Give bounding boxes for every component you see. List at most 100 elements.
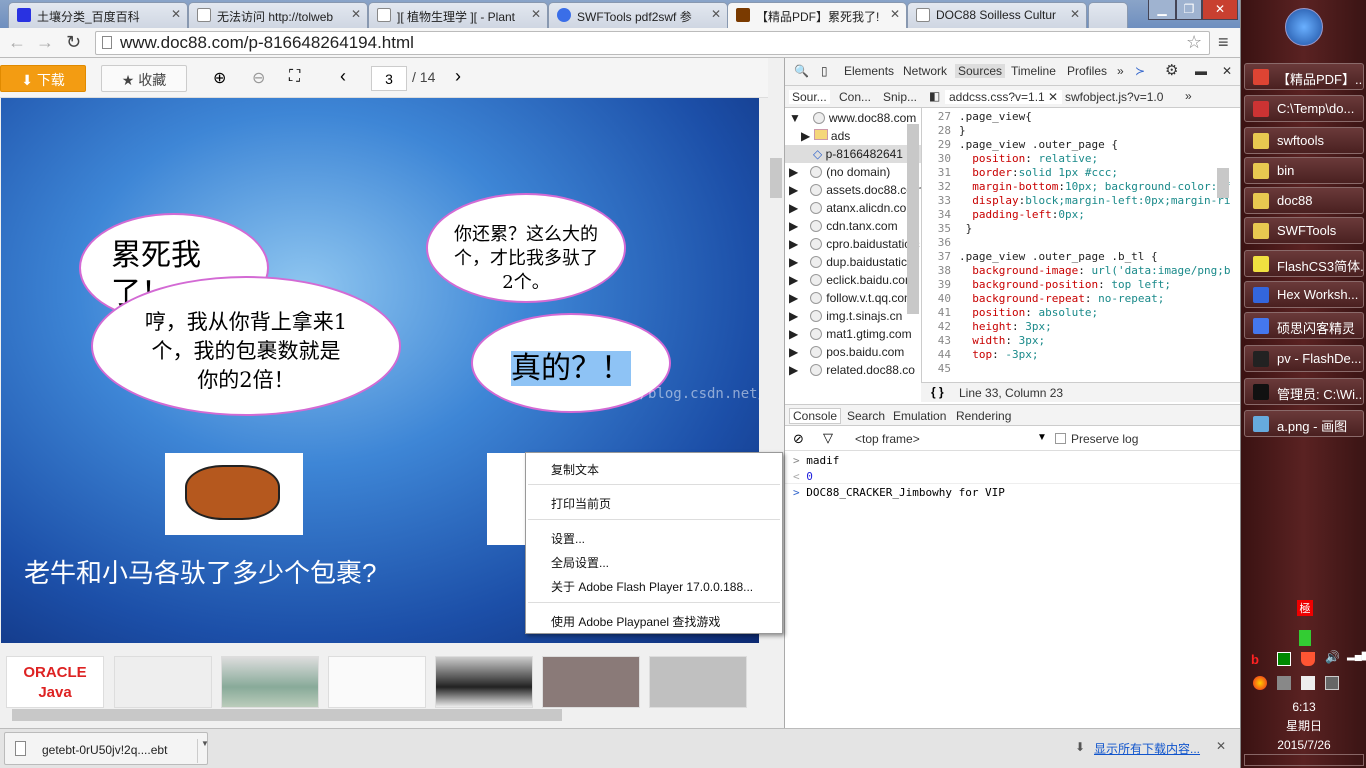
tab-soilless[interactable]: DOC88 Soilless Cultur ✕: [907, 2, 1087, 28]
more-tabs-icon[interactable]: »: [1117, 64, 1124, 78]
restore-button[interactable]: ❐: [1176, 0, 1202, 20]
taskbar-item[interactable]: SWFTools: [1244, 217, 1364, 244]
download-item[interactable]: getebt-0rU50jv!2q....ebt ▼: [4, 732, 209, 765]
navigator-scrollbar[interactable]: [907, 124, 919, 314]
nav-item[interactable]: ▶ eclick.baidu.com: [789, 272, 915, 288]
safely-remove-icon[interactable]: [1277, 676, 1291, 690]
zoom-in-icon[interactable]: ⊕: [213, 68, 226, 88]
horizontal-scrollbar[interactable]: [0, 708, 768, 722]
next-page-icon[interactable]: ›: [455, 66, 461, 87]
close-icon[interactable]: ✕: [711, 7, 721, 21]
thumbnail-diagram[interactable]: [328, 656, 426, 708]
console-drawer-icon[interactable]: ≻: [1135, 64, 1145, 78]
device-icon[interactable]: ▯: [821, 64, 828, 78]
thumbnail-minesweeper[interactable]: [649, 656, 747, 708]
clear-console-icon[interactable]: ⊘: [793, 431, 804, 447]
close-devtools-icon[interactable]: ✕: [1222, 64, 1232, 78]
fullscreen-icon[interactable]: ⛶: [289, 68, 300, 86]
download-button[interactable]: ⬇ 下载: [0, 65, 86, 92]
taskbar-item[interactable]: swftools: [1244, 127, 1364, 154]
signal-icon[interactable]: ▂▄▆: [1347, 650, 1366, 664]
display-icon[interactable]: [1325, 676, 1339, 690]
nav-item-selected[interactable]: ◇ p-8166482641: [785, 145, 921, 163]
menu-icon[interactable]: ≡: [1218, 32, 1229, 53]
close-icon[interactable]: ✕: [890, 7, 900, 21]
close-window-button[interactable]: ✕: [1202, 0, 1238, 20]
taskbar-item[interactable]: 管理员: C:\Wi...: [1244, 378, 1364, 405]
prev-page-icon[interactable]: ‹: [340, 66, 346, 87]
code-scrollbar[interactable]: [1217, 168, 1229, 198]
inspect-icon[interactable]: 🔍: [794, 64, 809, 78]
filter-icon[interactable]: ▽: [823, 430, 833, 446]
taskbar-item[interactable]: 【精品PDF】...: [1244, 63, 1364, 90]
pretty-print-icon[interactable]: { }: [931, 385, 944, 399]
toggle-navigator-icon[interactable]: ◧: [929, 89, 940, 103]
favorite-button[interactable]: ★ 收藏: [101, 65, 187, 92]
network-monitor-icon[interactable]: [1277, 652, 1291, 666]
nav-item-folder[interactable]: ▶ ads: [801, 128, 850, 144]
forward-icon[interactable]: →: [36, 32, 54, 53]
tab-emulation[interactable]: Emulation: [893, 409, 946, 423]
code-editor[interactable]: 27 .page_view{28} 29 .page_view .outer_page…: [921, 108, 1231, 382]
close-icon[interactable]: ✕: [1070, 7, 1080, 21]
nav-item[interactable]: ▶ assets.doc88.com: [789, 182, 921, 198]
tab-timeline[interactable]: Timeline: [1011, 64, 1056, 78]
tab-network[interactable]: Network: [903, 64, 947, 78]
thumbnail-perlite[interactable]: [114, 656, 212, 708]
close-download-bar-icon[interactable]: ✕: [1216, 739, 1226, 753]
nav-item[interactable]: ▶ cpro.baidustatic.c: [789, 236, 920, 252]
nav-item[interactable]: ▶ img.t.sinajs.cn: [789, 308, 902, 324]
close-icon[interactable]: ✕: [531, 7, 541, 21]
security-shield-icon[interactable]: [1301, 652, 1315, 666]
nav-item[interactable]: ▶ mat1.gtimg.com: [789, 326, 912, 342]
console-prompt[interactable]: > DOC88_CRACKER_Jimbowhy for VIP: [785, 484, 1241, 502]
tab-sources-nav[interactable]: Sour...: [789, 90, 830, 104]
nav-item[interactable]: ▶ follow.v.t.qq.com: [789, 290, 914, 306]
more-files-icon[interactable]: »: [1185, 89, 1192, 103]
thumbnail-greenhouse[interactable]: [221, 656, 319, 708]
taskbar-item[interactable]: a.png - 画图: [1244, 410, 1364, 437]
minimize-button[interactable]: ▁: [1148, 0, 1176, 20]
bookmark-star-icon[interactable]: ☆: [1186, 32, 1202, 53]
show-all-downloads-link[interactable]: 显示所有下载内容...: [1094, 740, 1200, 757]
tray-app-icon[interactable]: 極: [1297, 600, 1313, 616]
usb-icon[interactable]: [1299, 630, 1311, 646]
taskbar-item[interactable]: 硕思闪客精灵: [1244, 312, 1364, 339]
tab-swftools[interactable]: SWFTools pdf2swf 参 ✕: [548, 2, 728, 28]
menu-item-settings[interactable]: 设置...: [551, 530, 585, 547]
menu-item-about-flash[interactable]: 关于 Adobe Flash Player 17.0.0.188...: [551, 578, 753, 595]
nav-item[interactable]: ▶ pos.baidu.com: [789, 344, 904, 360]
thumbnail-soil[interactable]: [542, 656, 640, 708]
taskbar-item[interactable]: C:\Temp\do...: [1244, 95, 1364, 122]
tab-profiles[interactable]: Profiles: [1067, 64, 1107, 78]
thumbnail-staff[interactable]: [435, 656, 533, 708]
nav-item[interactable]: ▶ cdn.tanx.com: [789, 218, 898, 234]
color-app-icon[interactable]: [1253, 676, 1267, 690]
tab-content-scripts[interactable]: Con...: [839, 90, 871, 104]
taskbar-item[interactable]: pv - FlashDe...: [1244, 345, 1364, 372]
start-button[interactable]: [1285, 8, 1323, 46]
show-desktop-button[interactable]: [1244, 754, 1364, 766]
taskbar-item[interactable]: FlashCS3简体...: [1244, 250, 1364, 277]
tab-snippets[interactable]: Snip...: [883, 90, 917, 104]
close-icon[interactable]: ✕: [351, 7, 361, 21]
thumbnail-oracle[interactable]: ORACLE Java: [6, 656, 104, 708]
taskbar-item[interactable]: Hex Worksh...: [1244, 281, 1364, 308]
menu-item-global-settings[interactable]: 全局设置...: [551, 554, 609, 571]
tab-baidu[interactable]: 土壤分类_百度百科 ✕: [8, 2, 188, 28]
tab-tolweb[interactable]: 无法访问 http://tolweb ✕: [188, 2, 368, 28]
menu-item-copy-text[interactable]: 复制文本: [551, 461, 599, 478]
taskbar-item[interactable]: bin: [1244, 157, 1364, 184]
baidu-tray-icon[interactable]: b: [1251, 652, 1265, 667]
dropdown-arrow-icon[interactable]: ▼: [1037, 432, 1047, 443]
reload-icon[interactable]: ↻: [66, 32, 81, 53]
tab-console[interactable]: Console: [789, 408, 842, 424]
clock[interactable]: 6:13 星期日 2015/7/26: [1241, 698, 1366, 755]
download-menu-arrow[interactable]: ▼: [197, 739, 209, 763]
menu-item-playpanel[interactable]: 使用 Adobe Playpanel 查找游戏: [551, 613, 720, 630]
address-input[interactable]: www.doc88.com/p-816648264194.html: [95, 31, 1210, 55]
settings-gear-icon[interactable]: ⚙: [1165, 61, 1178, 79]
tab-rendering[interactable]: Rendering: [956, 409, 1011, 423]
nav-item[interactable]: ▼ www.doc88.com: [789, 110, 916, 126]
nav-item[interactable]: ▶ related.doc88.co: [789, 362, 915, 378]
